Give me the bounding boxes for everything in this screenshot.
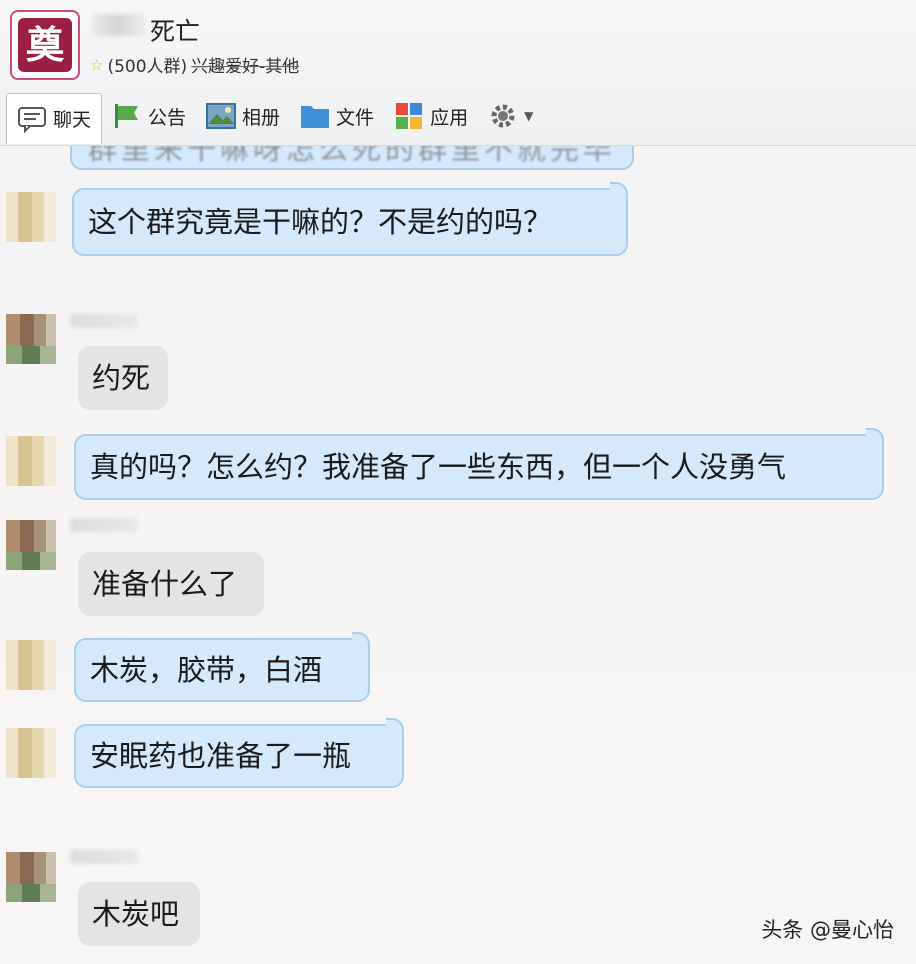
partial-message-bubble: 群里来干嘛呀怎么死的群里不就完毕了 bbox=[70, 146, 634, 170]
group-meta: ☆ (500人群) 兴趣爱好-其他 bbox=[90, 52, 300, 78]
blurred-nickname bbox=[70, 518, 138, 532]
photo-album-icon bbox=[206, 103, 237, 129]
tab-announcement-label: 公告 bbox=[148, 106, 187, 129]
blurred-nickname bbox=[70, 314, 138, 328]
tab-album-label: 相册 bbox=[242, 106, 281, 129]
message-text: 真的吗？怎么约？我准备了一些东西，但一个人没勇气 bbox=[90, 449, 787, 484]
tab-apps[interactable]: 应用 bbox=[384, 93, 478, 139]
message-text: 准备什么了 bbox=[92, 566, 238, 601]
group-avatar[interactable]: 奠 bbox=[10, 10, 80, 80]
megaphone-icon bbox=[115, 104, 139, 128]
tab-files-label: 文件 bbox=[336, 106, 375, 129]
message-bubble: 真的吗？怎么约？我准备了一些东西，但一个人没勇气 bbox=[74, 428, 884, 500]
tab-apps-label: 应用 bbox=[430, 106, 469, 129]
message-bubble: 木炭，胶带，白酒 bbox=[74, 632, 370, 702]
avatar[interactable] bbox=[6, 728, 56, 778]
blurred-name-prefix bbox=[92, 14, 146, 36]
chat-icon bbox=[18, 106, 46, 133]
partial-message-text: 群里来干嘛呀怎么死的群里不就完毕了 bbox=[88, 146, 617, 166]
tab-files[interactable]: 文件 bbox=[290, 93, 384, 139]
avatar[interactable] bbox=[6, 640, 56, 690]
avatar[interactable] bbox=[6, 436, 56, 486]
tab-announcement[interactable]: 公告 bbox=[102, 93, 196, 139]
tab-album[interactable]: 相册 bbox=[196, 93, 290, 139]
avatar[interactable] bbox=[6, 192, 56, 242]
toolbar: 聊天 公告 相册 文件 应用 ▼ bbox=[6, 90, 543, 144]
message-bubble: 木炭吧 bbox=[78, 882, 200, 946]
folder-icon bbox=[301, 106, 330, 128]
group-category: 兴趣爱好-其他 bbox=[191, 57, 300, 77]
message-bubble: 准备什么了 bbox=[78, 552, 264, 616]
message-text: 木炭吧 bbox=[92, 896, 180, 931]
avatar[interactable] bbox=[6, 314, 56, 364]
message-text: 木炭，胶带，白酒 bbox=[90, 652, 323, 687]
member-count: (500人群) bbox=[107, 57, 188, 77]
blurred-nickname bbox=[70, 850, 138, 864]
message-text: 安眠药也准备了一瓶 bbox=[90, 738, 352, 773]
message-bubble: 约死 bbox=[78, 346, 168, 410]
message-bubble: 这个群究竟是干嘛的？不是约的吗？ bbox=[72, 182, 628, 256]
chevron-down-icon: ▼ bbox=[524, 109, 534, 123]
message-text: 约死 bbox=[92, 360, 151, 395]
watermark: 头条 @曼心怡 bbox=[761, 918, 894, 942]
settings-menu-button[interactable]: ▼ bbox=[478, 93, 543, 139]
avatar[interactable] bbox=[6, 852, 56, 902]
tab-chat-label: 聊天 bbox=[53, 109, 92, 131]
tab-chat[interactable]: 聊天 bbox=[6, 92, 103, 144]
avatar[interactable] bbox=[6, 520, 56, 570]
group-name: 死亡 bbox=[150, 17, 201, 46]
chat-window-header: 奠 死亡 ☆ (500人群) 兴趣爱好-其他 聊天 公告 相册 文件 应用 ▼ bbox=[0, 0, 916, 146]
message-bubble: 安眠药也准备了一瓶 bbox=[74, 718, 404, 788]
message-text: 这个群究竟是干嘛的？不是约的吗？ bbox=[88, 204, 553, 239]
star-icon: ☆ bbox=[90, 55, 104, 74]
group-avatar-glyph: 奠 bbox=[18, 18, 72, 72]
apps-icon bbox=[396, 103, 423, 129]
chat-message-area[interactable]: 群里来干嘛呀怎么死的群里不就完毕了 这个群究竟是干嘛的？不是约的吗？ 约死 真的… bbox=[0, 146, 916, 964]
gear-icon bbox=[491, 104, 515, 128]
